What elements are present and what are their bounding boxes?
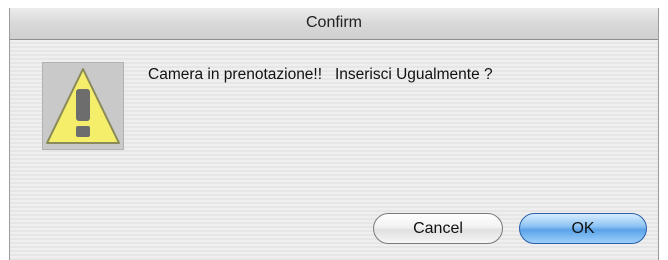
warning-icon <box>46 68 120 144</box>
title-bar[interactable]: Confirm <box>10 8 658 40</box>
warning-icon-box <box>42 62 124 150</box>
ok-button[interactable]: OK <box>519 213 647 244</box>
cancel-button[interactable]: Cancel <box>373 213 503 244</box>
confirm-message: Camera in prenotazione!! Inserisci Ugual… <box>148 66 493 83</box>
confirm-dialog: Confirm Camera in prenotazione!! Inseris… <box>9 8 659 260</box>
dialog-title: Confirm <box>305 14 362 31</box>
